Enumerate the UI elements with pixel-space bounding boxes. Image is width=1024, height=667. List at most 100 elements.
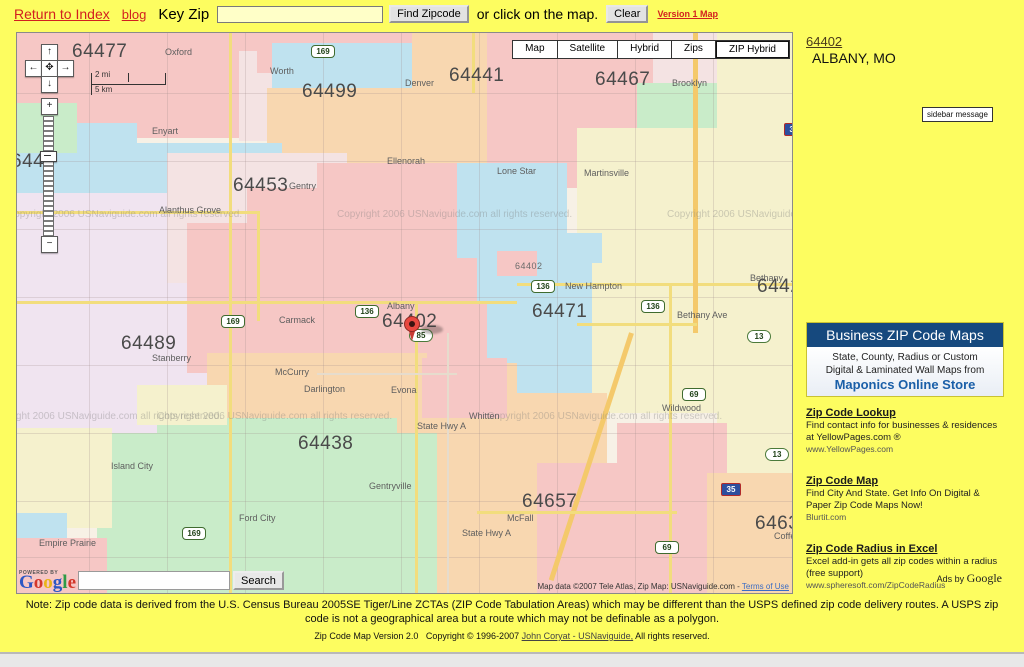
zip-region: [157, 418, 397, 478]
map-frame[interactable]: Copyright 2006 USNaviguide.com all right…: [16, 32, 793, 594]
place-label: Evona: [391, 385, 417, 395]
zip-area-label[interactable]: 64477: [72, 41, 127, 63]
ad-box-title: Business ZIP Code Maps: [807, 323, 1003, 347]
location-marker[interactable]: [404, 316, 420, 342]
map-watermark: Copyright 2006 USNaviguide.com all right…: [667, 209, 793, 220]
sidebar-ad[interactable]: Zip Code LookupFind contact info for bus…: [806, 407, 1006, 454]
ad-box-line1: State, County, Radius or Custom: [810, 351, 1000, 364]
place-label: New Hampton: [565, 281, 622, 291]
footer-note: Note: Zip code data is derived from the …: [0, 596, 1024, 626]
sidebar-ad[interactable]: Zip Code MapFind City And State. Get Inf…: [806, 475, 1006, 522]
find-zipcode-button[interactable]: Find Zipcode: [389, 5, 469, 23]
google-search-input[interactable]: [78, 571, 230, 590]
map-type-hybrid[interactable]: Hybrid: [618, 41, 672, 58]
zip-area-label[interactable]: 64489: [121, 333, 176, 355]
ad-box-body: State, County, Radius or Custom Digital …: [807, 347, 1003, 396]
place-label: Coffey: [774, 531, 793, 541]
pan-up-button[interactable]: ↑: [41, 44, 58, 61]
scale-bar: 2 mi 5 km: [89, 71, 167, 101]
zoom-in-button[interactable]: +: [41, 98, 58, 115]
place-label: Whitten: [469, 411, 500, 421]
place-label: Denver: [405, 78, 434, 88]
map-type-zips[interactable]: Zips: [672, 41, 716, 58]
map-type-satellite[interactable]: Satellite: [558, 41, 619, 58]
pan-right-button[interactable]: →: [57, 60, 74, 77]
route-shield-icon: 35: [784, 123, 793, 136]
highway-85: [415, 301, 418, 593]
or-click-text: or click on the map.: [477, 6, 598, 22]
zip-area-label[interactable]: 64402: [515, 261, 543, 271]
place-label: McCurry: [275, 367, 309, 377]
place-label: Martinsville: [584, 168, 629, 178]
sidebar-ad-url: www.YellowPages.com: [806, 444, 1006, 454]
marker-dot: [409, 321, 415, 327]
highway-136: [17, 301, 517, 304]
sidebar-ad-title[interactable]: Zip Code Lookup: [806, 407, 1006, 419]
place-label: Gentry: [289, 181, 316, 191]
place-label: State Hwy A: [462, 528, 511, 538]
highway-136-east: [517, 283, 792, 286]
key-zip-label: Key Zip: [158, 6, 209, 23]
sidebar-city: ALBANY, MO: [812, 50, 1010, 66]
business-zip-ad-box[interactable]: Business ZIP Code Maps State, County, Ra…: [806, 322, 1004, 397]
place-label: State Hwy A: [417, 421, 466, 431]
map-type-buttons[interactable]: MapSatelliteHybridZipsZIP Hybrid: [512, 40, 790, 59]
google-logo: Google: [19, 574, 76, 591]
place-label: Empire Prairie: [39, 538, 96, 548]
footer-version: Zip Code Map Version 2.0: [314, 631, 418, 641]
map-type-map[interactable]: Map: [513, 41, 557, 58]
return-to-index-link[interactable]: Return to Index: [14, 6, 110, 22]
place-label: Island City: [111, 461, 153, 471]
bethany-ave: [577, 323, 697, 326]
map-canvas[interactable]: Copyright 2006 USNaviguide.com all right…: [17, 33, 792, 593]
route-shield-icon: 35: [721, 483, 741, 496]
zoom-slider-track[interactable]: [43, 116, 54, 242]
place-label: Ellenorah: [387, 156, 425, 166]
blog-link[interactable]: blog: [122, 7, 147, 22]
zip-area-label[interactable]: 64471: [532, 301, 587, 323]
clear-button[interactable]: Clear: [606, 5, 648, 23]
pan-down-button[interactable]: ↓: [41, 76, 58, 93]
ad-box-line2: Digital & Laminated Wall Maps from: [810, 364, 1000, 377]
map-watermark: Copyright 2006 USNaviguide.com all right…: [337, 209, 572, 220]
place-label: Lone Star: [497, 166, 536, 176]
author-link[interactable]: John Coryat - USNaviguide,: [522, 631, 634, 641]
sidebar-ad-description: Find City And State. Get Info On Digital…: [806, 488, 1006, 511]
place-label: Bethany: [750, 273, 783, 283]
ad-box-store-link[interactable]: Maponics Online Store: [810, 377, 1000, 391]
google-map-search[interactable]: POWERED BY Google Search: [19, 570, 284, 591]
highway-169: [229, 33, 232, 593]
zip-code-map-page: Return to Index blog Key Zip Find Zipcod…: [0, 0, 1024, 665]
version-1-map-link[interactable]: Version 1 Map: [657, 9, 718, 19]
zip-area-label[interactable]: 64453: [233, 175, 288, 197]
zip-area-label[interactable]: 64467: [595, 69, 650, 91]
sidebar-ad-title[interactable]: Zip Code Radius in Excel: [806, 543, 1006, 555]
zip-area-label[interactable]: 64438: [298, 433, 353, 455]
place-label: Stanberry: [152, 353, 191, 363]
zip-input[interactable]: [217, 6, 383, 23]
route-shield-icon: 69: [655, 541, 679, 554]
footer-rights: All rights reserved.: [633, 631, 710, 641]
footer-copyright-text: Copyright © 1996-2007: [426, 631, 522, 641]
map-type-zip-hybrid[interactable]: ZIP Hybrid: [716, 41, 789, 58]
route-shield-icon: 169: [311, 45, 335, 58]
sidebar-ad-title[interactable]: Zip Code Map: [806, 475, 1006, 487]
local-road: [257, 211, 260, 321]
center-map-button[interactable]: ✥: [41, 60, 58, 77]
terms-of-use-link[interactable]: Terms of Use: [742, 582, 789, 591]
zoom-out-button[interactable]: −: [41, 236, 58, 253]
state-hwy-a: [447, 333, 449, 593]
attribution-text: Map data ©2007 Tele Atlas, Zip Map: USNa…: [538, 582, 742, 591]
place-label: Gentryville: [369, 481, 412, 491]
zoom-slider-thumb[interactable]: [40, 151, 57, 162]
sidebar-message: sidebar message: [922, 107, 993, 122]
zip-area-label[interactable]: 64441: [449, 65, 504, 87]
zip-area-label[interactable]: 64657: [522, 491, 577, 513]
pan-left-button[interactable]: ←: [25, 60, 42, 77]
ads-by-label: Ads by: [937, 574, 965, 584]
place-label: Wildwood: [662, 403, 701, 413]
zip-region: [422, 358, 507, 418]
route-shield-icon: 136: [531, 280, 555, 293]
google-search-button[interactable]: Search: [233, 571, 284, 590]
zip-area-label[interactable]: 64499: [302, 81, 357, 103]
